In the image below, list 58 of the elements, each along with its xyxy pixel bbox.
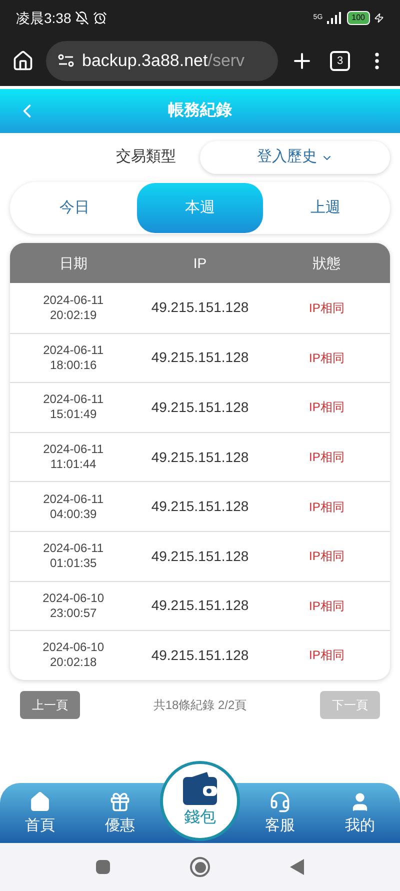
date-cell-text: 2024-06-11 15:01:49 [42,392,105,422]
site-settings-icon [58,54,74,68]
status-cell-text: IP相同 [308,498,346,516]
status-cell-text: IP相同 [308,548,346,566]
gift-icon [109,790,131,812]
home-icon[interactable] [12,50,34,72]
ip-cell-text: 49.215.151.128 [150,298,250,318]
page-title: 帳務紀錄 [168,100,232,121]
address-bar[interactable]: backup.3a88.net/serv [46,41,278,81]
status-cell-text: IP相同 [308,300,346,317]
nav-item[interactable]: 首頁 [0,790,80,837]
period-tab[interactable]: 上週 [262,183,388,233]
battery-level: 100 [346,11,370,25]
headset-icon [269,790,291,812]
date-cell-text: 2024-06-10 20:02:18 [42,640,106,670]
home-button[interactable] [190,857,210,877]
wallet-icon [181,772,219,806]
period-tab[interactable]: 今日 [12,183,138,233]
ip-cell-text: 49.215.151.128 [150,348,250,368]
nav-item[interactable]: 客服 [240,790,320,837]
date-cell-text: 2024-06-11 01:01:35 [42,541,105,572]
wallet-nav-button[interactable]: 錢包 [160,761,240,841]
ip-cell-text: 49.215.151.128 [150,596,250,616]
url-text: backup.3a88.net/serv [82,50,245,72]
status-time: 凌晨3:38 [16,9,72,28]
ip-cell-text: 49.215.151.128 [150,646,250,665]
home-icon [29,790,51,812]
date-cell-text: 2024-06-11 04:00:39 [42,492,105,522]
period-tab[interactable]: 本週 [137,183,263,233]
column-header: IP [192,254,208,272]
back-button[interactable] [290,859,304,875]
status-cell-text: IP相同 [308,449,346,466]
signal-icon [326,12,343,24]
type-dropdown[interactable]: 登入歷史 [200,141,390,174]
ip-cell-text: 49.215.151.128 [150,398,250,417]
column-header: 日期 [58,254,88,272]
tab-count-button[interactable]: 3 [330,51,350,71]
alarm-icon [93,11,108,25]
page-summary: 共18條紀錄 2/2頁 [153,696,247,714]
ip-cell-text: 49.215.151.128 [150,546,250,566]
date-cell-text: 2024-06-11 11:01:44 [42,442,105,472]
filter-label: 交易類型 [116,147,176,168]
status-cell-text: IP相同 [308,350,346,367]
status-cell-text: IP相同 [308,647,346,664]
status-cell-text: IP相同 [308,598,346,615]
previous-page-button[interactable]: 上一頁 [20,690,80,719]
date-cell-text: 2024-06-11 20:02:19 [42,292,105,323]
nav-item[interactable]: 我的 [320,790,400,837]
charging-icon [374,13,384,23]
bell-off-icon [75,11,90,25]
ip-cell-text: 49.215.151.128 [150,497,250,516]
column-header: 狀態 [312,254,342,272]
recents-button[interactable] [96,860,110,874]
date-cell-text: 2024-06-11 18:00:16 [42,342,105,373]
nav-item[interactable]: 優惠 [80,790,160,837]
ip-cell-text: 49.215.151.128 [150,448,250,467]
date-cell-text: 2024-06-10 23:00:57 [42,590,106,621]
status-cell-text: IP相同 [308,399,346,416]
